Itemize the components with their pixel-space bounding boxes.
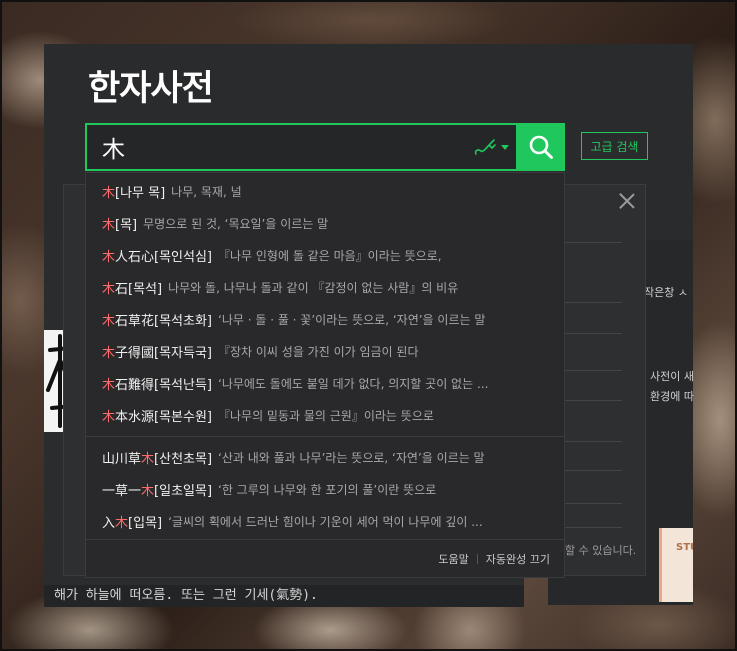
underlying-text-1: 작은창 ㅅ xyxy=(644,286,688,299)
suggestion-headword: 木石草花[목석초화] xyxy=(102,310,212,329)
divider xyxy=(560,441,622,442)
suggestion-meaning: ‘나무 · 돌 · 풀 · 꽃’이라는 뜻으로, ‘자연’을 이르는 말 xyxy=(218,312,486,327)
matched-character: 木 xyxy=(141,483,155,499)
underlying-definition-text: 해가 하늘에 떠오름. 또는 그런 기세(氣勢). xyxy=(44,585,524,607)
autocomplete-item[interactable]: 木石難得[목석난득] ‘나무에도 돌에도 붙일 데가 없다, 의지할 곳이 없는 … xyxy=(86,367,564,399)
pen-icon xyxy=(474,139,496,155)
matched-character: 木 xyxy=(115,515,129,531)
autocomplete-item[interactable]: 木[목] 무명으로 된 것, ‘목요일’을 이르는 말 xyxy=(86,207,564,239)
autocomplete-item[interactable]: 山川草木[산천초목] ‘산과 내와 풀과 나무’라는 뜻으로, ‘자연’을 이르는… xyxy=(86,441,564,473)
divider xyxy=(560,333,622,334)
headword-prefix: 一草一 xyxy=(102,483,142,499)
divider xyxy=(560,527,622,528)
suggestion-meaning: 『장차 이씨 성을 가진 이가 임금이 된다 xyxy=(218,344,419,359)
autocomplete-item[interactable]: 一草一木[일초일목] ‘한 그루의 나무와 한 포기의 풀’이란 뜻으로 xyxy=(86,473,564,505)
headword-reading: [입목] xyxy=(128,515,163,531)
autocomplete-item[interactable]: 木石草花[목석초화] ‘나무 · 돌 · 풀 · 꽃’이라는 뜻으로, ‘자연’을… xyxy=(86,303,564,335)
divider xyxy=(560,370,622,371)
autocomplete-item[interactable]: 木[나무 목] 나무, 목재, 널 xyxy=(86,175,564,207)
suggestion-headword: 木人石心[목인석심] xyxy=(102,246,212,265)
search-icon xyxy=(529,135,553,159)
headword-reading: [일초일목] xyxy=(154,483,213,499)
suggestion-headword: 入木[입목] xyxy=(102,512,162,531)
suggestion-headword: 木[목] xyxy=(102,214,137,233)
chevron-down-icon xyxy=(501,144,509,150)
underlying-text-2: 사전이 새 xyxy=(650,370,694,383)
matched-character: 木 xyxy=(141,451,155,467)
headword-prefix: 入 xyxy=(102,515,116,531)
matched-character: 木 xyxy=(102,217,116,233)
search-input[interactable] xyxy=(87,125,466,169)
matched-character: 木 xyxy=(102,409,116,425)
headword-reading: 石草花[목석초화] xyxy=(115,313,212,329)
autocomplete-off-link[interactable]: 자동완성 끄기 xyxy=(486,551,550,567)
autocomplete-dropdown: 木[나무 목] 나무, 목재, 널 木[목] 무명으로 된 것, ‘목요일’을 이르는… xyxy=(85,172,565,578)
handwriting-input-button[interactable] xyxy=(466,125,516,169)
headword-reading: 子得國[목자득국] xyxy=(115,345,212,361)
suggestion-meaning: 나무, 목재, 널 xyxy=(171,184,242,199)
divider xyxy=(560,400,622,401)
autocomplete-item[interactable]: 入木[입목] ‘글씨의 획에서 드러난 힘이나 기운이 세어 먹이 나무에 깊이 … xyxy=(86,505,564,537)
autocomplete-item[interactable]: 木石[목석] 나무와 돌, 나무나 돌과 같이 『감정이 없는 사람』의 비유 xyxy=(86,271,564,303)
advanced-search-button[interactable]: 고급 검색 xyxy=(581,132,648,160)
suggestion-meaning: 나무와 돌, 나무나 돌과 같이 『감정이 없는 사람』의 비유 xyxy=(168,280,459,295)
matched-character: 木 xyxy=(102,377,116,393)
divider xyxy=(560,503,622,504)
suggestion-meaning: ‘산과 내와 풀과 나무’라는 뜻으로, ‘자연’을 이르는 말 xyxy=(218,450,485,465)
suggestion-meaning: 『나무 인형에 돌 같은 마음』이라는 뜻으로, xyxy=(218,248,442,263)
underlying-text-3: 환경에 따 xyxy=(650,390,694,403)
suggestion-group-primary: 木[나무 목] 나무, 목재, 널 木[목] 무명으로 된 것, ‘목요일’을 이르는… xyxy=(86,173,564,431)
headword-reading: [목] xyxy=(115,217,138,233)
autocomplete-item[interactable]: 木人石心[목인석심] 『나무 인형에 돌 같은 마음』이라는 뜻으로, xyxy=(86,239,564,271)
suggestion-group-secondary: 山川草木[산천초목] ‘산과 내와 풀과 나무’라는 뜻으로, ‘자연’을 이르는… xyxy=(86,441,564,537)
headword-reading: 石[목석] xyxy=(115,281,163,297)
popup-footer-text: 할 수 있습니다. xyxy=(565,544,637,557)
divider xyxy=(560,242,622,243)
suggestion-headword: 山川草木[산천초목] xyxy=(102,448,212,467)
close-icon[interactable] xyxy=(617,191,637,211)
suggestion-headword: 木[나무 목] xyxy=(102,182,165,201)
page-title: 한자사전 xyxy=(88,69,214,109)
suggestion-headword: 木石[목석] xyxy=(102,278,162,297)
autocomplete-item[interactable]: 木本水源[목본수원] 『나무의 밑동과 물의 근원』이라는 뜻으로 xyxy=(86,399,564,431)
divider xyxy=(560,470,622,471)
underlying-card[interactable]: STU xyxy=(659,528,693,602)
autocomplete-item[interactable]: 木子得國[목자득국] 『장차 이씨 성을 가진 이가 임금이 된다 xyxy=(86,335,564,367)
matched-character: 木 xyxy=(102,345,116,361)
dropdown-footer: 도움말 자동완성 끄기 xyxy=(86,539,564,577)
headword-reading: 人石心[목인석심] xyxy=(115,249,212,265)
suggestion-meaning: ‘글씨의 획에서 드러난 힘이나 기운이 세어 먹이 나무에 깊이 ... xyxy=(168,514,483,529)
suggestion-meaning: 무명으로 된 것, ‘목요일’을 이르는 말 xyxy=(143,216,329,231)
headword-reading: [나무 목] xyxy=(115,185,166,201)
suggestion-meaning: ‘나무에도 돌에도 붙일 데가 없다, 의지할 곳이 없는 ... xyxy=(218,376,489,391)
suggestion-headword: 一草一木[일초일목] xyxy=(102,480,212,499)
search-bar xyxy=(85,123,565,171)
help-link[interactable]: 도움말 xyxy=(438,551,468,567)
headword-prefix: 山川草 xyxy=(102,451,142,467)
headword-reading: 本水源[목본수원] xyxy=(115,409,212,425)
matched-character: 木 xyxy=(102,281,116,297)
search-button[interactable] xyxy=(516,125,565,169)
suggestion-meaning: ‘한 그루의 나무와 한 포기의 풀’이란 뜻으로 xyxy=(218,482,437,497)
suggestion-headword: 木子得國[목자득국] xyxy=(102,342,212,361)
headword-reading: 石難得[목석난득] xyxy=(115,377,212,393)
suggestion-headword: 木石難得[목석난득] xyxy=(102,374,212,393)
underlying-card-label: STU xyxy=(676,542,693,553)
divider xyxy=(86,436,564,437)
headword-reading: [산천초목] xyxy=(154,451,213,467)
divider xyxy=(476,553,478,564)
matched-character: 木 xyxy=(102,249,116,265)
matched-character: 木 xyxy=(102,185,116,201)
suggestion-meaning: 『나무의 밑동과 물의 근원』이라는 뜻으로 xyxy=(218,408,434,423)
matched-character: 木 xyxy=(102,313,116,329)
suggestion-headword: 木本水源[목본수원] xyxy=(102,406,212,425)
divider xyxy=(560,302,622,303)
